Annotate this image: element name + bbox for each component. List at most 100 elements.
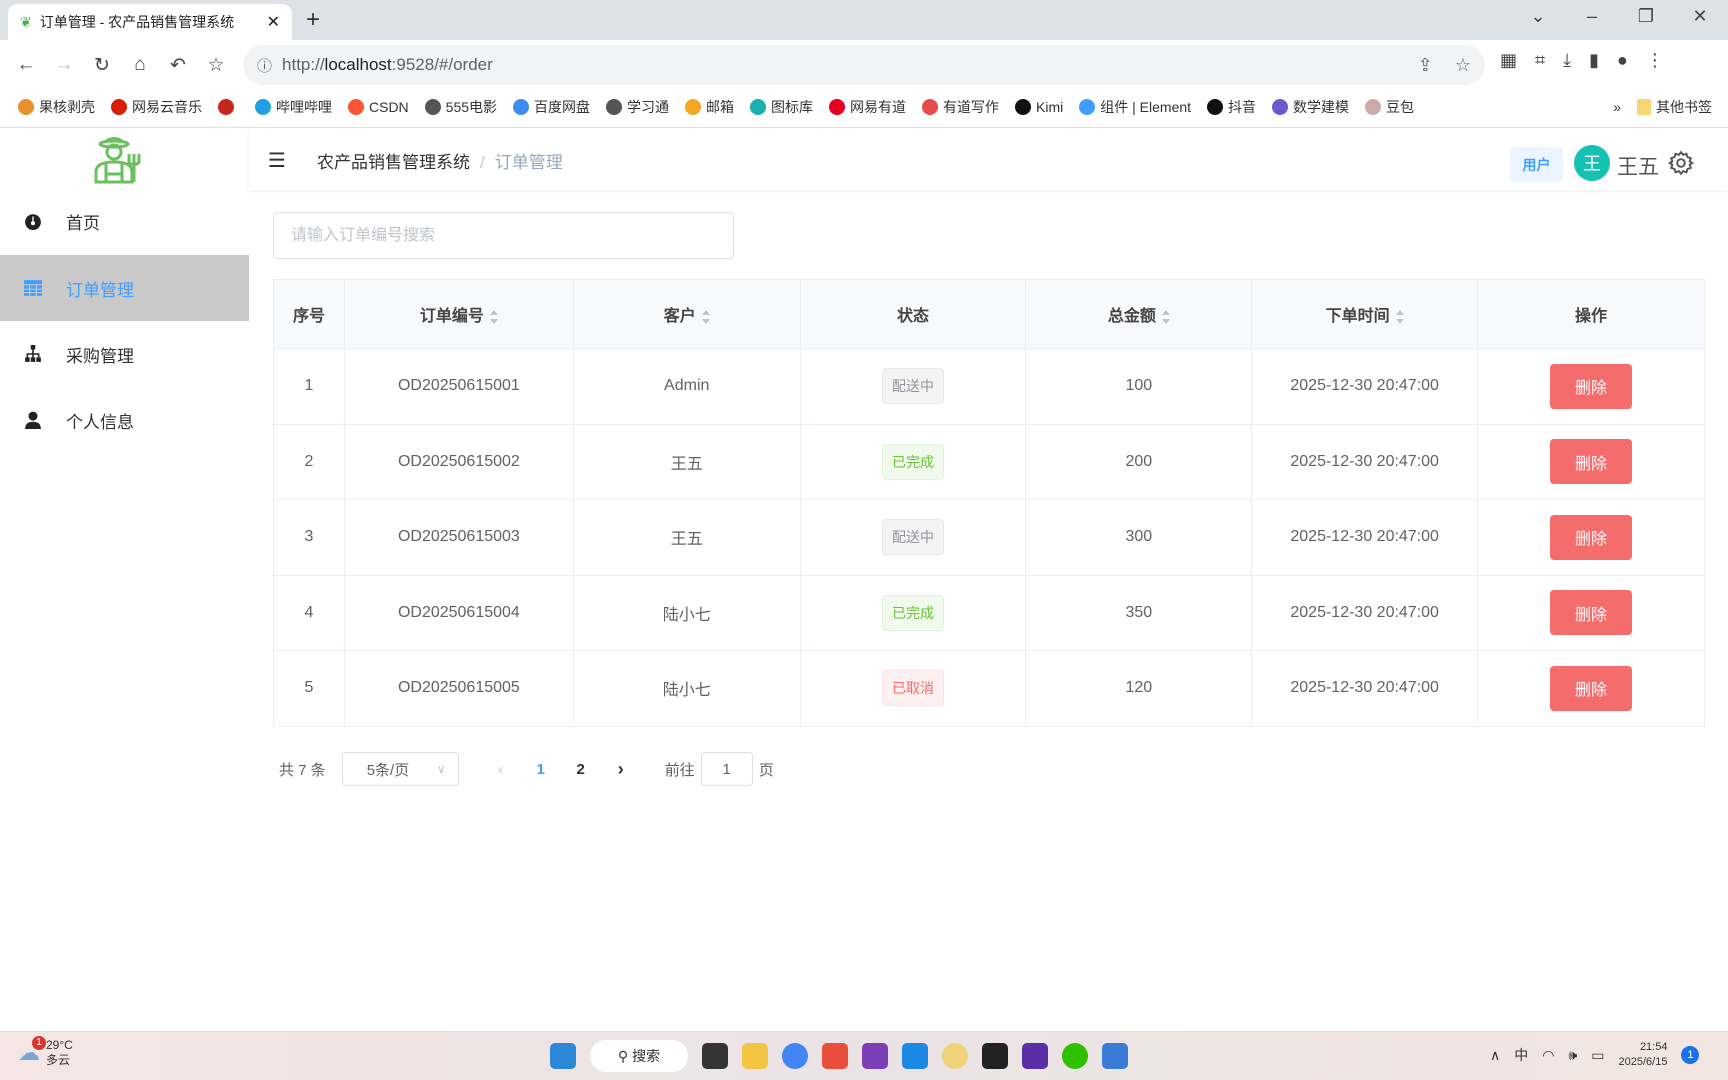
wifi-icon[interactable]: ◠ [1542,1047,1554,1064]
col-amount[interactable]: 总金额 [1026,280,1252,349]
volume-icon[interactable]: 🕪 [1568,1047,1577,1064]
search-icon: ⚲ [618,1048,628,1065]
bookmark-icon [606,99,622,115]
prev-page-button[interactable]: ‹ [481,761,521,778]
bookmark-item[interactable]: Kimi [1015,99,1063,115]
page-size-select[interactable]: 5条/页∨ [342,752,459,786]
col-order-no[interactable]: 订单编号 [344,280,573,349]
start-icon[interactable] [550,1043,576,1069]
share-icon[interactable]: ⇪ [1418,55,1433,76]
header-label: 总金额 [1108,308,1156,325]
chevron-up-icon[interactable]: ∧ [1490,1047,1500,1064]
file-explorer-icon[interactable] [742,1043,768,1069]
battery-icon[interactable]: ▭ [1591,1047,1604,1064]
restore-button[interactable]: ❐ [1626,6,1666,27]
task-view-icon[interactable] [702,1043,728,1069]
sort-icon[interactable] [702,309,710,325]
page-2[interactable]: 2 [561,761,601,778]
sidebar-item-purchase[interactable]: 采购管理 [0,321,249,387]
delete-button[interactable]: 删除 [1550,364,1632,409]
goto-page-input[interactable] [701,752,753,786]
order-search-input[interactable] [273,212,734,259]
app-icon[interactable] [1102,1043,1128,1069]
browser-tab[interactable]: ❦ 订单管理 - 农产品销售管理系统 ✕ [8,4,292,40]
bookmark-item[interactable]: 组件 | Element [1079,97,1191,117]
bookmark-icon [829,99,845,115]
reload-icon[interactable]: ↻ [84,54,120,77]
bookmark-item[interactable]: 图标库 [750,97,813,117]
bookmark-item[interactable]: 555电影 [425,97,497,117]
chrome-icon[interactable] [782,1043,808,1069]
col-time[interactable]: 下单时间 [1252,280,1478,349]
sidebar-item-profile[interactable]: 个人信息 [0,387,249,453]
delete-button[interactable]: 删除 [1550,515,1632,560]
home-icon[interactable]: ⌂ [122,54,158,76]
forward-icon[interactable]: → [46,54,82,76]
bookmark-item[interactable]: 果核剥壳 [18,97,95,117]
bookmarks-more-button[interactable]: » [1613,99,1621,115]
taskbar-search[interactable]: ⚲搜索 [590,1040,688,1072]
wechat-icon[interactable] [1062,1043,1088,1069]
undo-icon[interactable]: ↶ [160,54,196,77]
address-bar[interactable]: ⓘ http://localhost:9528/#/order ⇪☆ [243,45,1485,85]
back-icon[interactable]: ← [8,54,44,76]
cell-status: 已取消 [800,651,1026,727]
avatar[interactable]: 王 [1574,145,1610,181]
close-tab-icon[interactable]: ✕ [267,12,280,32]
clock[interactable]: 21:542025/6/15 [1619,1040,1668,1070]
bookmark-item[interactable]: 学习通 [606,97,669,117]
sort-icon[interactable] [1396,309,1404,325]
sidebar-item-home[interactable]: 首页 [0,188,249,254]
bookmark-item[interactable]: 豆包 [1365,97,1414,117]
intellij-icon[interactable] [1022,1043,1048,1069]
sidepanel-icon[interactable]: ▮ [1589,50,1599,71]
crop-icon[interactable]: ⌗ [1535,50,1545,71]
notification-badge[interactable]: 1 [1681,1046,1699,1064]
delete-button[interactable]: 删除 [1550,666,1632,711]
onenote-icon[interactable] [862,1043,888,1069]
collapse-menu-icon[interactable]: ☰ [268,148,286,173]
page-1[interactable]: 1 [521,761,561,778]
delete-button[interactable]: 删除 [1550,439,1632,484]
weather-widget[interactable]: ☁1 29°C多云 [18,1038,73,1068]
other-bookmarks-folder[interactable]: 其他书签 [1637,97,1712,117]
bookmark-item[interactable] [218,99,239,115]
apps-icon[interactable]: ▦ [1500,50,1517,71]
bookmark-item[interactable]: 邮箱 [685,97,734,117]
vscode-icon[interactable] [902,1043,928,1069]
tab-search-icon[interactable]: ⌄ [1518,6,1558,27]
bookmark-item[interactable]: 抖音 [1207,97,1256,117]
new-tab-button[interactable]: + [306,6,320,34]
bookmark-item[interactable]: CSDN [348,99,409,115]
menu-icon[interactable]: ⋮ [1646,50,1664,71]
bookmark-item[interactable]: 哔哩哔哩 [255,97,332,117]
sort-icon[interactable] [490,309,498,325]
app-icon[interactable] [822,1043,848,1069]
delete-button[interactable]: 删除 [1550,590,1632,635]
minimize-button[interactable]: – [1572,6,1612,27]
next-page-button[interactable]: › [601,759,641,780]
col-customer[interactable]: 客户 [573,280,800,349]
username[interactable]: 王五 [1617,151,1659,181]
star-icon[interactable]: ☆ [1455,55,1471,76]
gear-icon[interactable] [1668,150,1694,176]
profile-icon[interactable]: ● [1617,50,1628,71]
bookmark-star-icon[interactable]: ☆ [198,54,234,77]
bookmark-item[interactable]: 百度网盘 [513,97,590,117]
bookmark-item[interactable]: 数学建模 [1272,97,1349,117]
weather-badge: 1 [32,1036,46,1050]
download-icon[interactable]: ⤓ [1563,50,1571,71]
folder-icon [1637,99,1651,115]
sort-icon[interactable] [1162,309,1170,325]
app-icon[interactable] [942,1043,968,1069]
bookmark-item[interactable]: 网易有道 [829,97,906,117]
sidebar-item-orders[interactable]: 订单管理 [0,255,249,321]
bookmark-item[interactable]: 有道写作 [922,97,999,117]
terminal-icon[interactable] [982,1043,1008,1069]
cell-time: 2025-12-30 20:47:00 [1252,651,1478,727]
close-window-button[interactable]: ✕ [1680,6,1720,27]
breadcrumb-root[interactable]: 农产品销售管理系统 [317,153,470,172]
date: 2025/6/15 [1619,1056,1668,1068]
bookmark-item[interactable]: 网易云音乐 [111,97,202,117]
ime-indicator[interactable]: 中 [1514,1045,1528,1065]
